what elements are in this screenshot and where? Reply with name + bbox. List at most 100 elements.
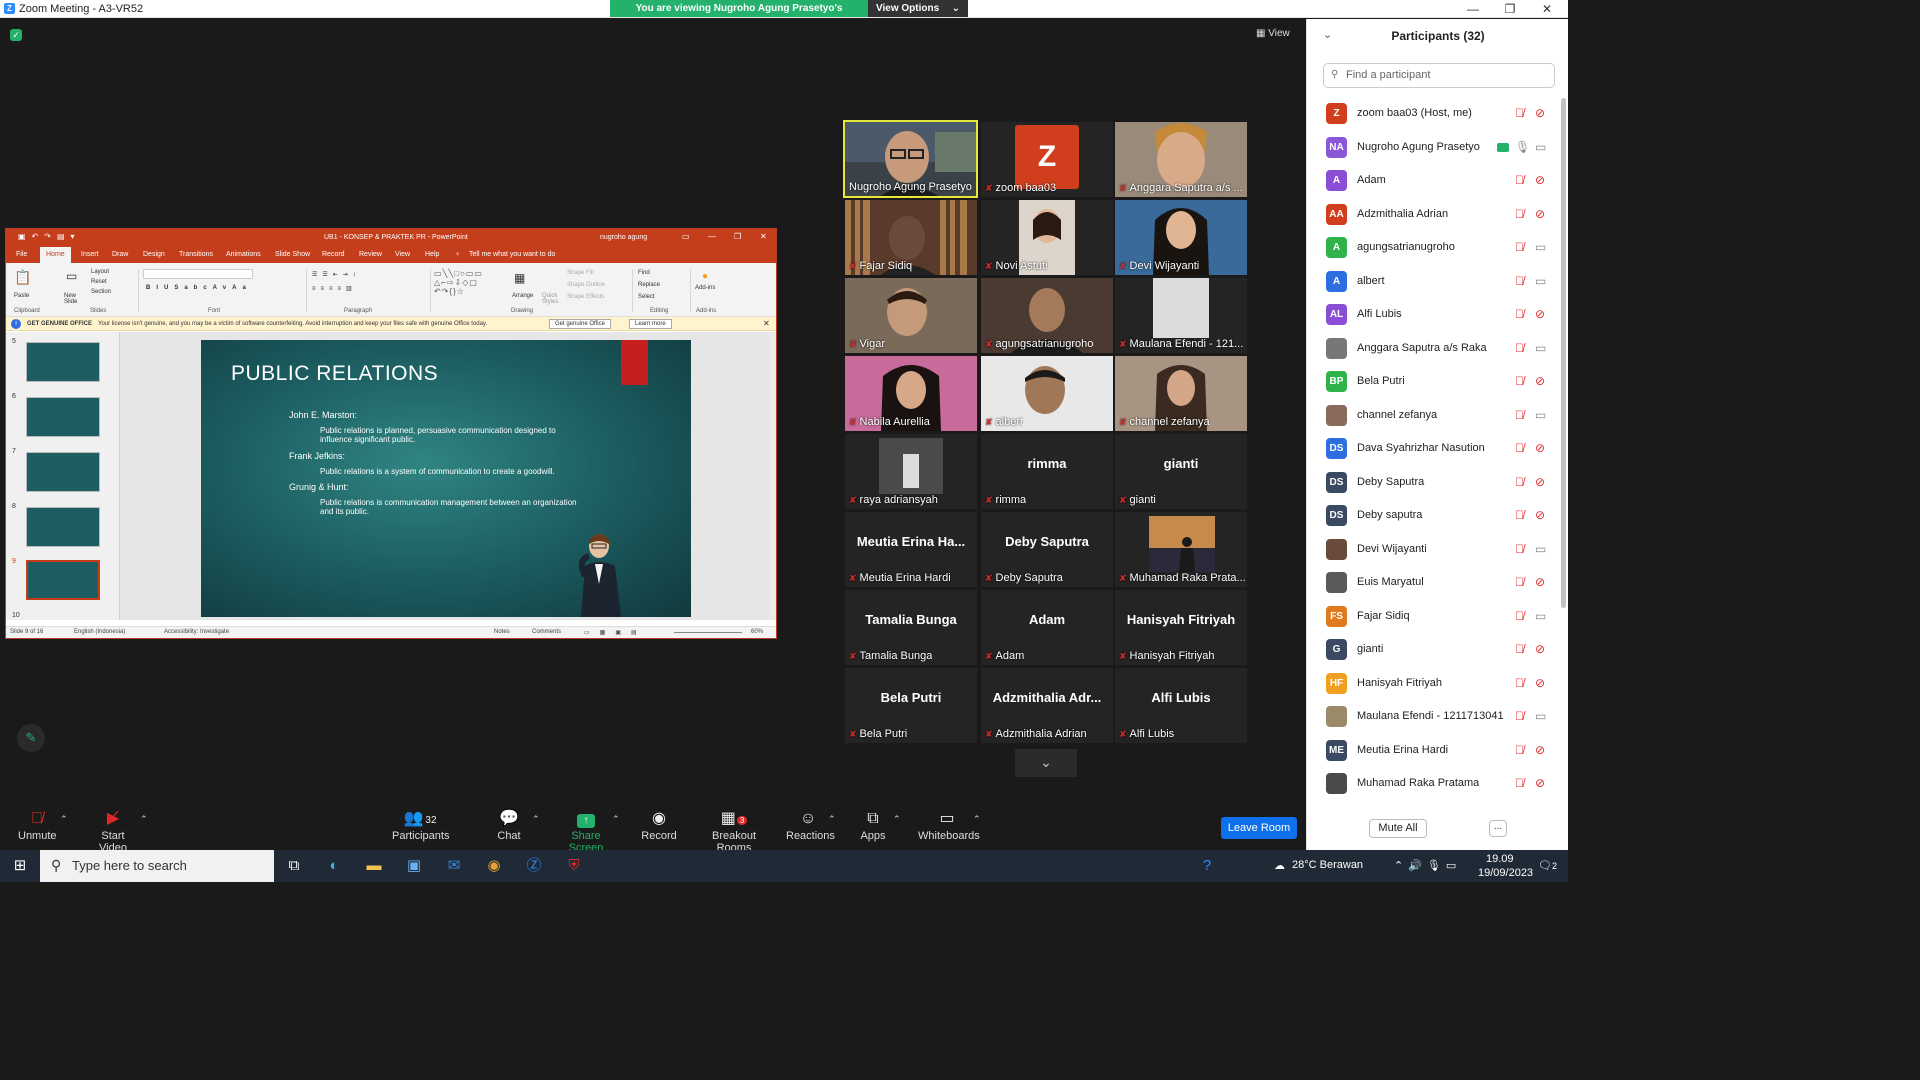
annotate-pen-icon[interactable]: ✎ [17, 724, 45, 752]
participant-row[interactable]: channel zefanya 🎙̸ ▭ [1307, 400, 1562, 433]
system-tray-icons[interactable]: ⌃🔊🎙▭ [1394, 859, 1461, 872]
arrange-icon: ▦ [514, 271, 526, 285]
view-layout-button[interactable]: ▦ View [1256, 28, 1290, 39]
avatar: FS [1326, 605, 1347, 627]
whiteboards-button[interactable]: ▭ Whiteboards [918, 808, 980, 842]
participant-row[interactable]: AL Alfi Lubis 🎙̸ ⊘ [1307, 299, 1562, 332]
muted-mic-icon: ✘ [1119, 339, 1127, 349]
chat-caret-icon[interactable]: ⌃ [532, 814, 540, 825]
security-shield-icon[interactable]: ✓ [10, 29, 22, 41]
mail-icon[interactable]: ✉ [443, 856, 465, 876]
chrome-icon[interactable]: ◉ [483, 856, 505, 876]
microsoft-store-icon[interactable]: ▣ [403, 856, 425, 876]
video-tile[interactable]: ✘ Devi Wijayanti [1115, 200, 1247, 275]
video-tile[interactable]: rimma ✘ rimma [981, 434, 1113, 509]
video-tile[interactable]: Tamalia Bunga ✘ Tamalia Bunga [845, 590, 977, 665]
notification-icon[interactable]: 🗨2 [1538, 859, 1557, 872]
avatar: A [1326, 237, 1347, 258]
participant-row[interactable]: DS Deby saputra 🎙̸ ⊘ [1307, 500, 1562, 533]
whiteboards-caret-icon[interactable]: ⌃ [973, 814, 981, 825]
video-tile[interactable]: ✘ Nabila Aurellia [845, 356, 977, 431]
video-tile[interactable]: Adzmithalia Adr... ✘ Adzmithalia Adrian [981, 668, 1113, 743]
more-options-button[interactable]: ... [1489, 820, 1507, 837]
video-options-caret-icon[interactable]: ⌃ [140, 814, 148, 825]
tile-name-text: gianti [1129, 494, 1156, 506]
reactions-caret-icon[interactable]: ⌃ [828, 814, 836, 825]
participant-row[interactable]: ME Meutia Erina Hardi 🎙̸ ⊘ [1307, 735, 1562, 768]
video-tile[interactable]: gianti ✘ gianti [1115, 434, 1247, 509]
record-button[interactable]: ◉ Record [640, 808, 678, 842]
participant-row[interactable]: Aagungsatrianugroho 🎙̸ ▭ [1307, 232, 1562, 265]
task-view-icon[interactable]: ⧉ [283, 856, 305, 876]
participant-row[interactable]: Maulana Efendi - 1211713041 🎙̸ ▭ [1307, 701, 1562, 734]
breakout-rooms-button[interactable]: ▦ 3 Breakout Rooms [696, 808, 772, 854]
video-tile[interactable]: ✘ Muhamad Raka Prata... [1115, 512, 1247, 587]
video-tile[interactable]: Z ✘ zoom baa03 [981, 122, 1113, 197]
taskbar-search-box[interactable]: ⚲ Type here to search [40, 850, 274, 882]
video-tile[interactable]: Hanisyah Fitriyah ✘ Hanisyah Fitriyah [1115, 590, 1247, 665]
video-tile[interactable]: ✘ agungsatrianugroho [981, 278, 1113, 353]
participant-list-scrollbar[interactable] [1561, 98, 1566, 608]
video-tile[interactable]: ✘ channel zefanya [1115, 356, 1247, 431]
participant-row[interactable]: FS Fajar Sidiq 🎙̸ ▭ [1307, 601, 1562, 634]
mute-all-button[interactable]: Mute All [1369, 819, 1427, 838]
participant-row[interactable]: A Adam 🎙̸ ⊘ [1307, 165, 1562, 198]
participant-row[interactable]: AA Adzmithalia Adrian 🎙̸ ⊘ [1307, 199, 1562, 232]
edge-browser-icon[interactable]: ◐ [323, 856, 345, 876]
apps-caret-icon[interactable]: ⌃ [893, 814, 901, 825]
close-button[interactable]: ✕ [1529, 0, 1565, 18]
avatar: AA [1326, 203, 1347, 225]
participant-row[interactable]: Muhamad Raka Pratama 🎙̸ ⊘ [1307, 768, 1562, 801]
chat-button[interactable]: 💬 Chat [492, 808, 526, 842]
participants-button[interactable]: 👥 32 Participants [392, 808, 449, 842]
unmute-button[interactable]: 🎙̸ Unmute [18, 808, 57, 842]
video-tile[interactable]: ✘ Vigar [845, 278, 977, 353]
ppt-minimize-icon: — [708, 232, 716, 241]
video-tile[interactable]: ✘ Fajar Sidiq [845, 200, 977, 275]
find-participant-input[interactable]: ⚲ Find a participant [1323, 63, 1555, 88]
apps-button[interactable]: ⧉ Apps [858, 808, 888, 842]
video-tile[interactable]: Meutia Erina Ha... ✘ Meutia Erina Hardi [845, 512, 977, 587]
share-screen-button[interactable]: ↑ Share Screen [555, 808, 617, 854]
tile-name: ✘ Vigar [849, 338, 885, 350]
maximize-button[interactable]: ❐ [1492, 0, 1528, 18]
participant-row[interactable]: Euis Maryatul 🎙̸ ⊘ [1307, 567, 1562, 600]
reactions-button[interactable]: ☺ Reactions [786, 808, 835, 842]
participant-row[interactable]: HF Hanisyah Fitriyah 🎙̸ ⊘ [1307, 668, 1562, 701]
video-tile[interactable]: ✘ Novi Astuti [981, 200, 1113, 275]
participant-row[interactable]: Zzoom baa03 (Host, me) 🎙̸ ⊘ [1307, 98, 1562, 131]
video-tile[interactable]: ✘ Maulana Efendi - 121... [1115, 278, 1247, 353]
chevron-down-icon[interactable]: ⌄ [1015, 749, 1077, 777]
audio-options-caret-icon[interactable]: ⌃ [60, 814, 68, 825]
video-tile[interactable]: Adam ✘ Adam [981, 590, 1113, 665]
video-tile[interactable]: Deby Saputra ✘ Deby Saputra [981, 512, 1113, 587]
leave-room-button[interactable]: Leave Room [1221, 817, 1297, 839]
participant-row[interactable]: Devi Wijayanti 🎙̸ ▭ [1307, 534, 1562, 567]
participant-row[interactable]: Ggianti 🎙̸ ⊘ [1307, 634, 1562, 667]
participant-row[interactable]: Anggara Saputra a/s Raka 🎙̸ ▭ [1307, 333, 1562, 366]
minimize-button[interactable]: — [1455, 0, 1491, 18]
participant-row[interactable]: DS Deby Saputra 🎙̸ ⊘ [1307, 467, 1562, 500]
participant-row[interactable]: BP Bela Putri 🎙̸ ⊘ [1307, 366, 1562, 399]
video-tile[interactable]: Bela Putri ✘ Bela Putri [845, 668, 977, 743]
share-caret-icon[interactable]: ⌃ [612, 814, 620, 825]
video-tile-active-speaker[interactable]: Nugroho Agung Prasetyo [843, 120, 978, 198]
participants-panel-title: Participants (32) [1391, 29, 1485, 43]
view-options-button[interactable]: View Options ⌄ [868, 0, 968, 17]
security-app-icon[interactable]: ⛨ [563, 856, 585, 876]
video-tile[interactable]: Alfi Lubis ✘ Alfi Lubis [1115, 668, 1247, 743]
zoom-app-icon[interactable]: Ⓩ [523, 856, 545, 876]
start-video-button[interactable]: ▶̸ Start Video [86, 808, 140, 854]
file-explorer-icon[interactable]: ▬ [363, 856, 385, 876]
participant-row[interactable]: Aalbert 🎙̸ ▭ [1307, 266, 1562, 299]
participant-row[interactable]: DS Dava Syahrizhar Nasution 🎙̸ ⊘ [1307, 433, 1562, 466]
tile-name: ✘ Bela Putri [849, 728, 907, 740]
video-tile[interactable]: ✘ albert [981, 356, 1113, 431]
video-tile[interactable]: ✘ Anggara Saputra a/s ... [1115, 122, 1247, 197]
help-icon[interactable]: ? [1196, 856, 1218, 876]
tile-display-name: Deby Saputra [1005, 534, 1089, 549]
video-tile[interactable]: ✘ raya adriansyah [845, 434, 977, 509]
windows-start-icon[interactable]: ⊞ [9, 856, 31, 876]
shared-screen-powerpoint[interactable]: ▣↶↷▤▾ UB1 - KONSEP & PRAKTEK PR - PowerP… [5, 228, 777, 639]
participant-row[interactable]: NA Nugroho Agung Prasetyo 🎙 ▭ [1307, 132, 1562, 165]
